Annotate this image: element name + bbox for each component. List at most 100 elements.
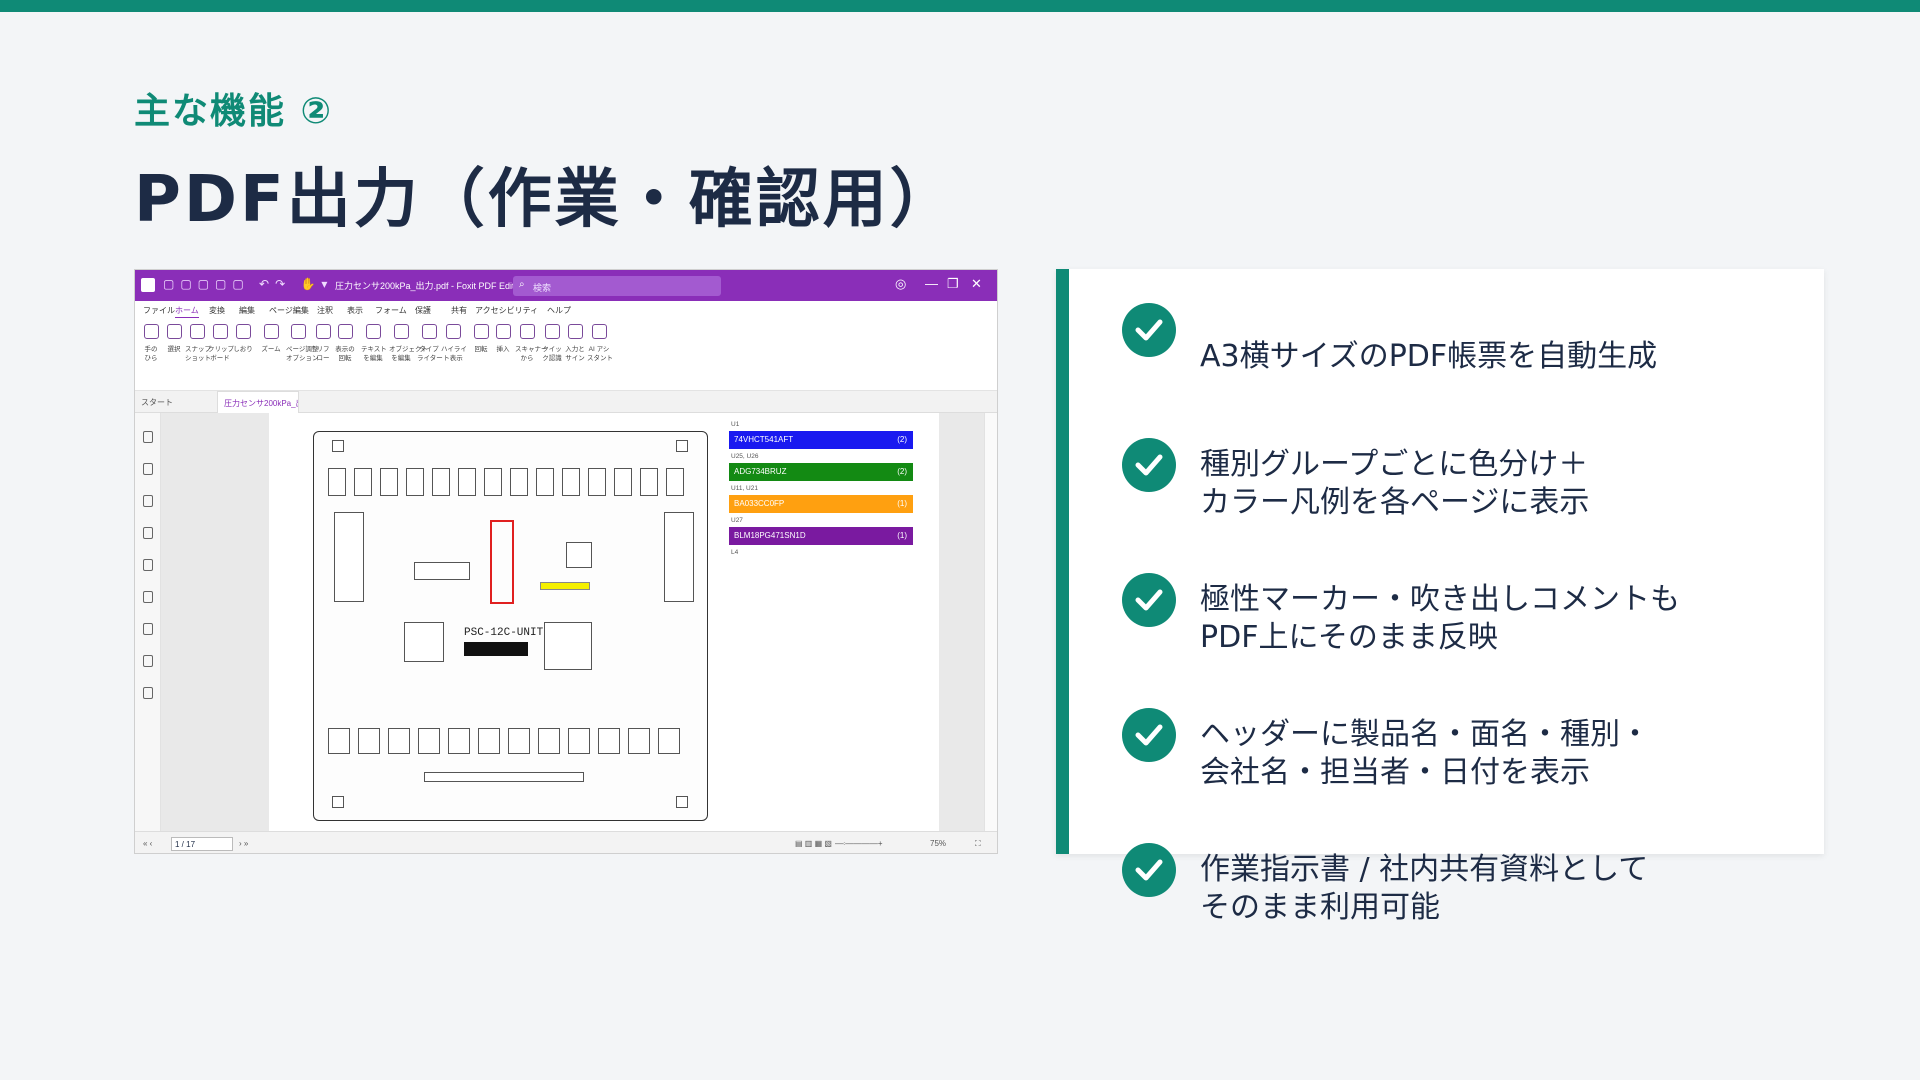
- ribbon-button[interactable]: ページ調整 オプション: [286, 324, 319, 363]
- ribbon-button-label: 手の ひら: [144, 346, 158, 362]
- ribbon-button[interactable]: スナップ ショット: [185, 324, 211, 363]
- view-mode-icons[interactable]: ▤ ▥ ▦ ▧: [795, 839, 832, 848]
- ribbon-toolbar: 手の ひら 選択 スナップ ショット クリップ ボード しおり ズーム ページ調整 オプショ…: [135, 319, 997, 391]
- menu-item[interactable]: 共有: [451, 305, 467, 316]
- pcb-connector: [406, 468, 424, 496]
- legend-part-number: 74VHCT541AFT: [734, 435, 794, 444]
- pcb-switch: [388, 728, 410, 754]
- pcb-connector: [588, 468, 606, 496]
- pages-panel-icon[interactable]: [143, 463, 153, 475]
- pcb-switch: [328, 728, 350, 754]
- ribbon-button[interactable]: AI アシ スタント: [587, 324, 613, 363]
- tab-start[interactable]: スタート: [135, 391, 215, 413]
- ribbon-button[interactable]: オブジェクト を編集: [389, 324, 428, 363]
- document-view[interactable]: PSC-12C-UNIT U1 74VHCT541AFT (2) U25, U26 AD…: [161, 413, 997, 831]
- legend-count: (1): [897, 531, 907, 540]
- ribbon-button[interactable]: スキャナー から: [515, 324, 548, 363]
- ribbon-button-label: テキスト を編集: [361, 346, 387, 362]
- content-panel-icon[interactable]: [143, 623, 153, 635]
- feature-line-2: そのまま利用可能: [1200, 890, 1440, 925]
- bookmark-panel-icon[interactable]: [143, 431, 153, 443]
- menu-item[interactable]: 変換: [209, 305, 225, 316]
- fullscreen-icon[interactable]: ⛶: [975, 839, 981, 849]
- menu-item[interactable]: ファイル: [143, 305, 175, 316]
- menu-item[interactable]: ページ編集: [269, 305, 309, 316]
- feature-line-1: 極性マーカー・吹き出しコメントも: [1200, 582, 1680, 617]
- search-box[interactable]: ⌕ 検索: [513, 276, 721, 296]
- legend-reference: U25, U26: [731, 453, 759, 460]
- pcb-connector: [614, 468, 632, 496]
- search-placeholder: 検索: [533, 283, 552, 293]
- legend-reference: U11, U21: [731, 485, 758, 492]
- ribbon-button[interactable]: 手の ひら: [139, 324, 163, 363]
- close-icon[interactable]: ✕: [971, 276, 982, 292]
- menu-item[interactable]: 保護: [415, 305, 431, 316]
- ribbon-button-label: しおり: [233, 346, 253, 353]
- ribbon-button[interactable]: しおり: [231, 324, 255, 354]
- feature-text: A3横サイズのPDF帳票を自動生成: [1200, 338, 1657, 376]
- ribbon-button[interactable]: 表示の 回転: [333, 324, 357, 363]
- ribbon-button[interactable]: 選択: [162, 324, 186, 354]
- ribbon-button[interactable]: リフ ロー: [311, 324, 335, 363]
- page-nav-first-prev-icon[interactable]: « ‹: [143, 839, 152, 848]
- pcb-switch: [478, 728, 500, 754]
- comments-panel-icon[interactable]: [143, 495, 153, 507]
- ribbon-button[interactable]: 回転: [469, 324, 493, 354]
- feature-line-2: 会社名・担当者・日付を表示: [1200, 755, 1590, 790]
- feature-text: 極性マーカー・吹き出しコメントも PDF上にそのまま反映: [1200, 581, 1680, 657]
- ribbon-button-label: スナップ ショット: [185, 346, 211, 362]
- legend-entry: ADG734BRUZ (2): [729, 463, 913, 481]
- minimize-icon[interactable]: —: [925, 276, 938, 291]
- feature-line-2: カラー凡例を各ページに表示: [1200, 485, 1590, 520]
- menu-item[interactable]: 表示: [347, 305, 363, 316]
- feature-line-1: ヘッダーに製品名・面名・種別・: [1200, 717, 1650, 752]
- app-logo-icon: [141, 278, 155, 292]
- check-icon: [1122, 438, 1176, 492]
- quick-access-toolbar[interactable]: ▢▢▢▢▢ ↶↷ ✋▾: [163, 277, 333, 291]
- signature-panel-icon[interactable]: [143, 655, 153, 667]
- ai-assistant-icon: [591, 324, 607, 339]
- menu-item[interactable]: 編集: [239, 305, 255, 316]
- menu-item[interactable]: アクセシビリティ: [475, 305, 538, 316]
- pdf-editor-window: ▢▢▢▢▢ ↶↷ ✋▾ 圧力センサ200kPa_出力.pdf - Foxit P…: [134, 269, 998, 854]
- page-nav-next-last-icon[interactable]: › »: [239, 839, 248, 848]
- ribbon-button[interactable]: ズーム: [259, 324, 283, 354]
- ribbon-button[interactable]: 挿入: [491, 324, 515, 354]
- snapshot-icon: [189, 324, 205, 339]
- ribbon-button[interactable]: クリップ ボード: [208, 324, 234, 363]
- window-title: 圧力センサ200kPa_出力.pdf - Foxit PDF Editor: [335, 281, 523, 291]
- ribbon-button[interactable]: ハイライ ト表示: [441, 324, 467, 363]
- security-panel-icon[interactable]: [143, 591, 153, 603]
- slide-title: PDF出力（作業・確認用）: [134, 163, 957, 237]
- pcb-connector: [666, 468, 684, 496]
- feature-line-1: 作業指示書 / 社内共有資料として: [1200, 852, 1649, 887]
- zoom-slider[interactable]: —◦————+: [835, 839, 883, 848]
- account-icon[interactable]: ◎: [895, 276, 906, 292]
- ribbon-button[interactable]: 入力と サイン: [563, 324, 587, 363]
- menu-item[interactable]: フォーム: [375, 305, 407, 316]
- pcb-chip: [544, 622, 592, 670]
- vertical-scrollbar[interactable]: [984, 413, 997, 831]
- ribbon-button[interactable]: クイッ ク認識: [540, 324, 564, 363]
- legend-reference: L4: [731, 549, 739, 556]
- fields-panel-icon[interactable]: [143, 687, 153, 699]
- ribbon-button[interactable]: テキスト を編集: [361, 324, 387, 363]
- pcb-terminal-block: [334, 512, 364, 602]
- tab-document[interactable]: 圧力センサ200kPa_出...: [217, 391, 299, 413]
- menu-item[interactable]: 注釈: [317, 305, 333, 316]
- legend-entry: BA033CC0FP (1): [729, 495, 913, 513]
- page-number-input[interactable]: 1 / 17: [171, 837, 233, 851]
- menu-item[interactable]: ヘルプ: [547, 305, 571, 316]
- feature-line-1: 種別グループごとに色分け＋: [1200, 447, 1589, 482]
- layers-panel-icon[interactable]: [143, 527, 153, 539]
- ribbon-button[interactable]: タイプ ライター: [417, 324, 443, 363]
- pcb-connector: [510, 468, 528, 496]
- legend-reference: U1: [731, 421, 740, 428]
- legend-count: (2): [897, 435, 907, 444]
- ribbon-button-label: 回転: [474, 346, 488, 353]
- restore-icon[interactable]: ❐: [947, 276, 959, 292]
- menu-item[interactable]: ホーム: [175, 305, 199, 318]
- edit-text-icon: [365, 324, 381, 339]
- attachments-panel-icon[interactable]: [143, 559, 153, 571]
- zoom-level[interactable]: 75%: [930, 839, 946, 848]
